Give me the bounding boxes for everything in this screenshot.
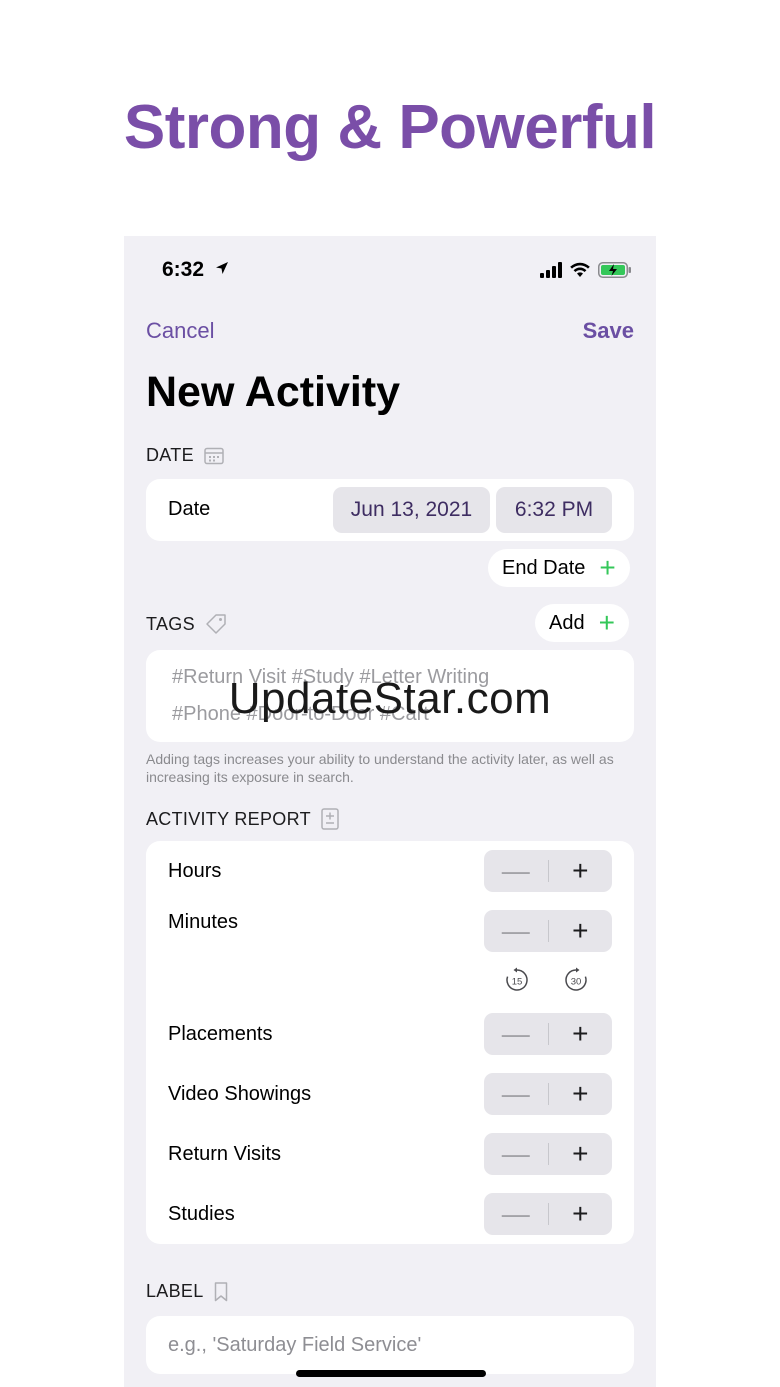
tag-icon bbox=[206, 614, 226, 634]
placements-label: Placements bbox=[168, 1023, 273, 1045]
video-showings-label: Video Showings bbox=[168, 1083, 312, 1105]
return-visits-increment-button[interactable]: + bbox=[549, 1133, 613, 1175]
tags-section-title: TAGS bbox=[146, 613, 195, 634]
tags-section-header: TAGS bbox=[146, 613, 227, 635]
skip-forward-30-icon[interactable]: 30 bbox=[563, 967, 589, 993]
home-indicator[interactable] bbox=[296, 1370, 486, 1377]
skip-30-label: 30 bbox=[571, 977, 582, 988]
minutes-stepper: — + bbox=[484, 910, 612, 952]
studies-label: Studies bbox=[168, 1203, 235, 1225]
wifi-icon bbox=[570, 262, 590, 277]
report-document-icon bbox=[321, 808, 339, 830]
end-date-button[interactable]: End Date + bbox=[488, 549, 630, 587]
video-showings-increment-button[interactable]: + bbox=[549, 1073, 613, 1115]
label-section-title: LABEL bbox=[146, 1281, 204, 1301]
placements-decrement-button[interactable]: — bbox=[484, 1013, 548, 1055]
return-visits-decrement-button[interactable]: — bbox=[484, 1133, 548, 1175]
label-input[interactable]: e.g., 'Saturday Field Service' bbox=[146, 1316, 634, 1374]
marketing-headline: Strong & Powerful bbox=[123, 93, 657, 162]
minutes-increment-button[interactable]: + bbox=[549, 910, 613, 952]
label-section-header: LABEL bbox=[146, 1281, 228, 1302]
activity-report-header: ACTIVITY REPORT bbox=[146, 808, 339, 830]
location-arrow-icon bbox=[216, 262, 228, 274]
status-time: 6:32 bbox=[162, 258, 205, 281]
minutes-label: Minutes bbox=[168, 911, 239, 933]
minutes-decrement-button[interactable]: — bbox=[484, 910, 548, 952]
hours-increment-button[interactable]: + bbox=[549, 850, 613, 892]
activity-report-title: ACTIVITY REPORT bbox=[146, 808, 311, 829]
cellular-signal-icon bbox=[540, 262, 562, 278]
page-title: New Activity bbox=[146, 368, 401, 416]
date-section-header: DATE bbox=[146, 445, 224, 466]
label-placeholder: e.g., 'Saturday Field Service' bbox=[168, 1334, 422, 1356]
tags-helper-text: Adding tags increases your ability to un… bbox=[146, 751, 614, 785]
hours-stepper: — + bbox=[484, 850, 612, 892]
skip-15-label: 15 bbox=[512, 977, 523, 988]
placements-stepper: — + bbox=[484, 1013, 612, 1055]
activity-report-card: Hours — + Minutes — + 15 30 Placements — bbox=[146, 841, 634, 1244]
battery-charging-icon bbox=[598, 262, 631, 278]
studies-decrement-button[interactable]: — bbox=[484, 1193, 548, 1235]
video-showings-decrement-button[interactable]: — bbox=[484, 1073, 548, 1115]
watermark: UpdateStar.com bbox=[228, 674, 552, 723]
placements-increment-button[interactable]: + bbox=[549, 1013, 613, 1055]
bookmark-icon bbox=[214, 1281, 227, 1301]
plus-icon: + bbox=[598, 607, 615, 638]
plus-icon: + bbox=[599, 552, 616, 583]
date-picker-button[interactable]: Jun 13, 2021 bbox=[333, 487, 490, 533]
time-picker-button[interactable]: 6:32 PM bbox=[496, 487, 612, 533]
add-tag-button[interactable]: Add + bbox=[535, 604, 629, 642]
hours-decrement-button[interactable]: — bbox=[484, 850, 548, 892]
calendar-icon bbox=[204, 447, 224, 464]
status-icons bbox=[540, 260, 632, 280]
return-visits-stepper: — + bbox=[484, 1133, 612, 1175]
video-showings-stepper: — + bbox=[484, 1073, 612, 1115]
skip-back-15-icon[interactable]: 15 bbox=[504, 967, 530, 993]
date-row-label: Date bbox=[168, 498, 211, 520]
cancel-button[interactable]: Cancel bbox=[146, 318, 214, 344]
date-section-title: DATE bbox=[146, 445, 194, 465]
date-card: Date Jun 13, 2021 6:32 PM bbox=[146, 479, 634, 541]
studies-stepper: — + bbox=[484, 1193, 612, 1235]
end-date-label: End Date bbox=[502, 556, 586, 579]
hours-label: Hours bbox=[168, 860, 222, 882]
save-button[interactable]: Save bbox=[583, 318, 634, 344]
add-tag-label: Add bbox=[549, 611, 585, 634]
phone-screen: 6:32 Cancel Save New Activity DATE Date … bbox=[124, 236, 656, 1387]
studies-increment-button[interactable]: + bbox=[549, 1193, 613, 1235]
return-visits-label: Return Visits bbox=[168, 1143, 282, 1165]
